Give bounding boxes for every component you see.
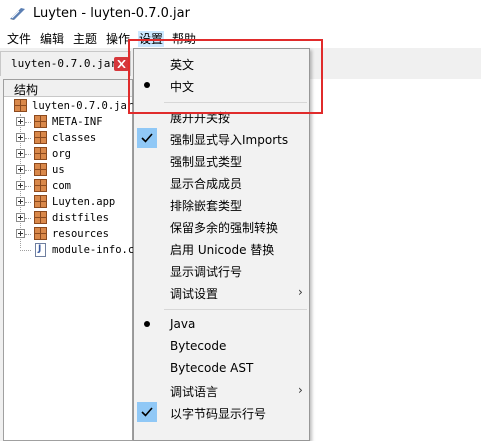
menu-item-exclude-nested[interactable]: 排除嵌套类型 [135, 193, 308, 215]
tree-node[interactable]: us [4, 162, 132, 178]
tree-node-label: META-INF [52, 116, 103, 128]
tree-node[interactable]: Luyten.app [4, 194, 132, 210]
tree-node[interactable]: com [4, 178, 132, 194]
tree-node[interactable]: distfiles [4, 210, 132, 226]
annotation-highlight-box [128, 39, 323, 114]
menu-item-label: 排除嵌套类型 [170, 199, 243, 213]
menu-item-label: 显示合成成员 [170, 177, 243, 191]
menu-item-label: 显示调试行号 [170, 265, 243, 279]
package-icon [34, 195, 47, 208]
expand-icon[interactable] [16, 229, 25, 238]
tree-header-label: 结构 [14, 83, 39, 97]
menu-item-label: Bytecode AST [170, 361, 254, 375]
menu-item-bytecode-ast[interactable]: Bytecode AST [135, 357, 308, 379]
menu-item-bytecode[interactable]: Bytecode [135, 335, 308, 357]
package-icon [34, 115, 47, 128]
tree-header: 结构 [4, 80, 132, 97]
tree-node-label: module-info.cl [52, 244, 141, 256]
menu-item-label: 强制显式类型 [170, 155, 243, 169]
menu-item-show-synthetic[interactable]: 显示合成成员 [135, 171, 308, 193]
expand-icon[interactable] [16, 149, 25, 158]
luyten-logo-icon [9, 7, 26, 21]
tree-node-label: com [52, 180, 71, 192]
tree-node-label: classes [52, 132, 97, 144]
jar-icon [14, 99, 27, 112]
tree-node[interactable]: resources [4, 226, 132, 242]
tree-node-label: Luyten.app [52, 196, 116, 208]
menu-item-label: 保留多余的强制转换 [170, 221, 279, 235]
tree-node[interactable]: META-INF [4, 114, 132, 130]
menu-item-label: 以字节码显示行号 [170, 407, 267, 421]
expand-icon[interactable] [16, 165, 25, 174]
tab-label: luyten-0.7.0.jar [11, 57, 117, 70]
window-title: Luyten - luyten-0.7.0.jar [33, 6, 190, 21]
tree-node-label: resources [52, 228, 109, 240]
checkmark-icon [141, 133, 153, 143]
expand-icon[interactable] [16, 181, 25, 190]
tree-node[interactable]: module-info.cl [4, 242, 141, 258]
menu-item-label: 强制显式导入Imports [170, 133, 289, 147]
menu-item-label: 调试设置 [170, 287, 219, 301]
title-bar: Luyten - luyten-0.7.0.jar [0, 0, 481, 30]
package-icon [34, 227, 47, 240]
tree-root[interactable]: luyten-0.7.0.jar [4, 98, 134, 114]
menu-item-retain-casts[interactable]: 保留多余的强制转换 [135, 215, 308, 237]
java-file-icon [35, 243, 46, 257]
menu-item-label: 调试语言 [170, 385, 219, 399]
menu-theme[interactable]: 主题 [72, 31, 98, 47]
close-icon[interactable] [114, 57, 129, 71]
checkmark-icon [141, 407, 153, 417]
chevron-right-icon: › [298, 285, 303, 299]
menu-item-java[interactable]: Java [135, 313, 308, 335]
expand-icon[interactable] [16, 117, 25, 126]
radio-bullet-icon [144, 321, 150, 327]
menu-item-label: Java [170, 317, 196, 331]
expand-icon[interactable] [16, 213, 25, 222]
tree-root-label: luyten-0.7.0.jar [32, 100, 134, 112]
tree-node[interactable]: classes [4, 130, 132, 146]
structure-tree-panel: 结构 luyten-0.7.0.jar META-INF classes org… [3, 79, 141, 441]
package-icon [34, 131, 47, 144]
menu-edit[interactable]: 编辑 [39, 31, 65, 47]
menu-item-debug-language[interactable]: 调试语言 › [135, 379, 308, 401]
menu-item-force-explicit-imports[interactable]: 强制显式导入Imports [135, 127, 308, 149]
tree-node-label: us [52, 164, 65, 176]
menu-file[interactable]: 文件 [6, 31, 32, 47]
package-icon [34, 179, 47, 192]
menu-separator [164, 309, 307, 310]
package-icon [34, 163, 47, 176]
expand-icon[interactable] [16, 133, 25, 142]
expand-icon[interactable] [16, 197, 25, 206]
package-icon [34, 211, 47, 224]
menu-item-label: Bytecode [170, 339, 227, 353]
menu-item-force-explicit-types[interactable]: 强制显式类型 [135, 149, 308, 171]
tree-node[interactable]: org [4, 146, 132, 162]
menu-item-show-debug-lines[interactable]: 显示调试行号 [135, 259, 308, 281]
menu-item-unicode-replace[interactable]: 启用 Unicode 替换 [135, 237, 308, 259]
tab-luyten-jar[interactable]: luyten-0.7.0.jar [0, 51, 131, 76]
menu-item-debug-settings[interactable]: 调试设置 › [135, 281, 308, 303]
menu-item-bytecode-line-numbers[interactable]: 以字节码显示行号 [135, 401, 308, 423]
tree-node-label: org [52, 148, 71, 160]
menu-item-label: 启用 Unicode 替换 [170, 243, 275, 257]
chevron-right-icon: › [298, 383, 303, 397]
package-icon [34, 147, 47, 160]
tree-node-label: distfiles [52, 212, 109, 224]
